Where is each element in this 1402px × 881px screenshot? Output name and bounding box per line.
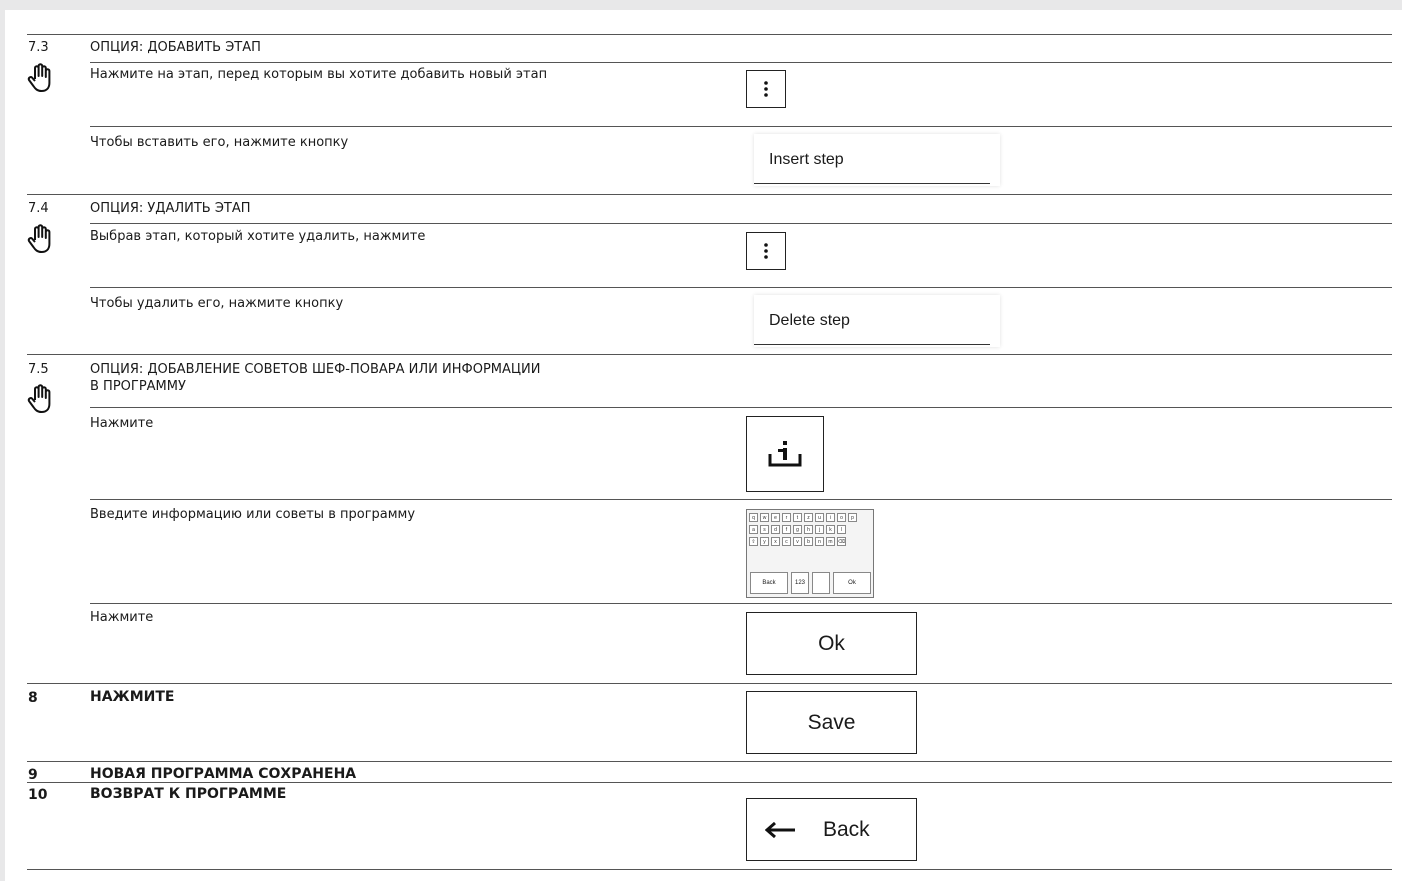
keyboard-key[interactable]: g — [793, 525, 802, 534]
keyboard-key[interactable]: o — [837, 513, 846, 522]
divider — [27, 683, 1392, 684]
instruction-text: Введите информацию или советы в программ… — [90, 507, 416, 522]
back-button-label: Back — [823, 817, 870, 841]
keyboard-key[interactable]: e — [771, 513, 780, 522]
hand-pointer-icon — [27, 384, 51, 413]
keyboard-back-key[interactable]: Back — [750, 572, 788, 594]
more-options-button[interactable] — [746, 232, 786, 270]
keyboard-key[interactable]: c — [782, 537, 791, 546]
keyboard-key[interactable]: u — [815, 513, 824, 522]
keyboard-key[interactable]: t — [793, 513, 802, 522]
onscreen-keyboard[interactable]: qwertzuiop asdfghjkl ⇧ y x c v b n m ⌫ Back 123 … — [746, 509, 874, 598]
keyboard-key[interactable]: b — [804, 537, 813, 546]
vertical-dots-icon — [764, 243, 768, 259]
step-title: ОПЦИЯ: ДОБАВИТЬ ЭТАП — [90, 40, 261, 55]
keyboard-key[interactable]: s — [760, 525, 769, 534]
keyboard-key[interactable]: p — [848, 513, 857, 522]
step-title: НОВАЯ ПРОГРАММА СОХРАНЕНА — [90, 766, 357, 782]
instruction-text: Нажмите — [90, 416, 154, 431]
divider — [90, 126, 1392, 127]
instruction-text: Чтобы вставить его, нажмите кнопку — [90, 135, 349, 150]
divider — [27, 869, 1392, 870]
divider — [90, 287, 1392, 288]
instruction-text: Нажмите — [90, 610, 154, 625]
step-number: 10 — [28, 787, 48, 803]
step-title: ОПЦИЯ: ДОБАВЛЕНИЕ СОВЕТОВ ШЕФ-ПОВАРА ИЛИ… — [90, 361, 540, 395]
ok-button[interactable]: Ok — [746, 612, 917, 675]
save-button[interactable]: Save — [746, 691, 917, 754]
divider — [27, 354, 1392, 355]
delete-step-button[interactable]: Delete step — [754, 295, 1000, 347]
divider — [27, 782, 1392, 783]
hand-pointer-icon — [27, 224, 51, 253]
step-number: 8 — [28, 690, 38, 706]
keyboard-key[interactable]: h — [804, 525, 813, 534]
keyboard-key[interactable]: m — [826, 537, 835, 546]
divider — [27, 34, 1392, 35]
hand-pointer-icon — [27, 63, 51, 92]
instruction-text: Чтобы удалить его, нажмите кнопку — [90, 296, 344, 311]
keyboard-key[interactable]: r — [782, 513, 791, 522]
keyboard-ok-key[interactable]: Ok — [833, 572, 871, 594]
keyboard-key[interactable]: d — [771, 525, 780, 534]
keyboard-key[interactable]: f — [782, 525, 791, 534]
back-button[interactable]: Back — [746, 798, 917, 861]
step-title: ОПЦИЯ: УДАЛИТЬ ЭТАП — [90, 201, 251, 216]
keyboard-key[interactable]: w — [760, 513, 769, 522]
vertical-dots-icon — [764, 81, 768, 97]
divider — [90, 223, 1392, 224]
keyboard-key[interactable]: ⇧ — [749, 537, 758, 546]
keyboard-key[interactable]: ⌫ — [837, 537, 846, 546]
keyboard-key[interactable]: z — [804, 513, 813, 522]
divider — [90, 499, 1392, 500]
keyboard-key[interactable]: y — [760, 537, 769, 546]
keyboard-key[interactable]: l — [837, 525, 846, 534]
step-number: 7.5 — [28, 362, 49, 377]
keyboard-row: ⇧ y x c v b n m ⌫ — [749, 537, 848, 546]
keyboard-key[interactable]: k — [826, 525, 835, 534]
divider — [90, 62, 1392, 63]
keyboard-key[interactable]: n — [815, 537, 824, 546]
insert-step-label: Insert step — [769, 151, 844, 168]
keyboard-key[interactable]: x — [771, 537, 780, 546]
step-title-line: ОПЦИЯ: ДОБАВЛЕНИЕ СОВЕТОВ ШЕФ-ПОВАРА ИЛИ… — [90, 362, 541, 377]
step-title: ВОЗВРАТ К ПРОГРАММЕ — [90, 786, 287, 802]
insert-step-button[interactable]: Insert step — [754, 134, 1000, 186]
step-number: 9 — [28, 767, 38, 783]
divider — [27, 194, 1392, 195]
instruction-text: Нажмите на этап, перед которым вы хотите… — [90, 67, 548, 82]
keyboard-row: asdfghjkl — [749, 525, 848, 534]
divider — [90, 603, 1392, 604]
step-number: 7.4 — [28, 201, 49, 216]
divider — [27, 761, 1392, 762]
step-title-line: В ПРОГРАММУ — [90, 379, 186, 394]
instruction-text: Выбрав этап, который хотите удалить, наж… — [90, 229, 426, 244]
divider — [90, 407, 1392, 408]
delete-step-label: Delete step — [769, 312, 850, 329]
more-options-button[interactable] — [746, 70, 786, 108]
left-arrow-icon — [765, 821, 795, 838]
info-tray-icon — [768, 441, 802, 467]
step-number: 7.3 — [28, 40, 49, 55]
keyboard-key[interactable]: i — [826, 513, 835, 522]
keyboard-key[interactable]: j — [815, 525, 824, 534]
manual-page: 7.3 ОПЦИЯ: ДОБАВИТЬ ЭТАП Нажмите на этап… — [5, 10, 1402, 881]
keyboard-key[interactable]: a — [749, 525, 758, 534]
keyboard-key[interactable]: v — [793, 537, 802, 546]
add-info-button[interactable] — [746, 416, 824, 492]
step-title: НАЖМИТЕ — [90, 689, 175, 705]
keyboard-key[interactable]: q — [749, 513, 758, 522]
keyboard-row: qwertzuiop — [749, 513, 859, 522]
keyboard-space-key[interactable] — [812, 572, 830, 594]
keyboard-123-key[interactable]: 123 — [791, 572, 809, 594]
